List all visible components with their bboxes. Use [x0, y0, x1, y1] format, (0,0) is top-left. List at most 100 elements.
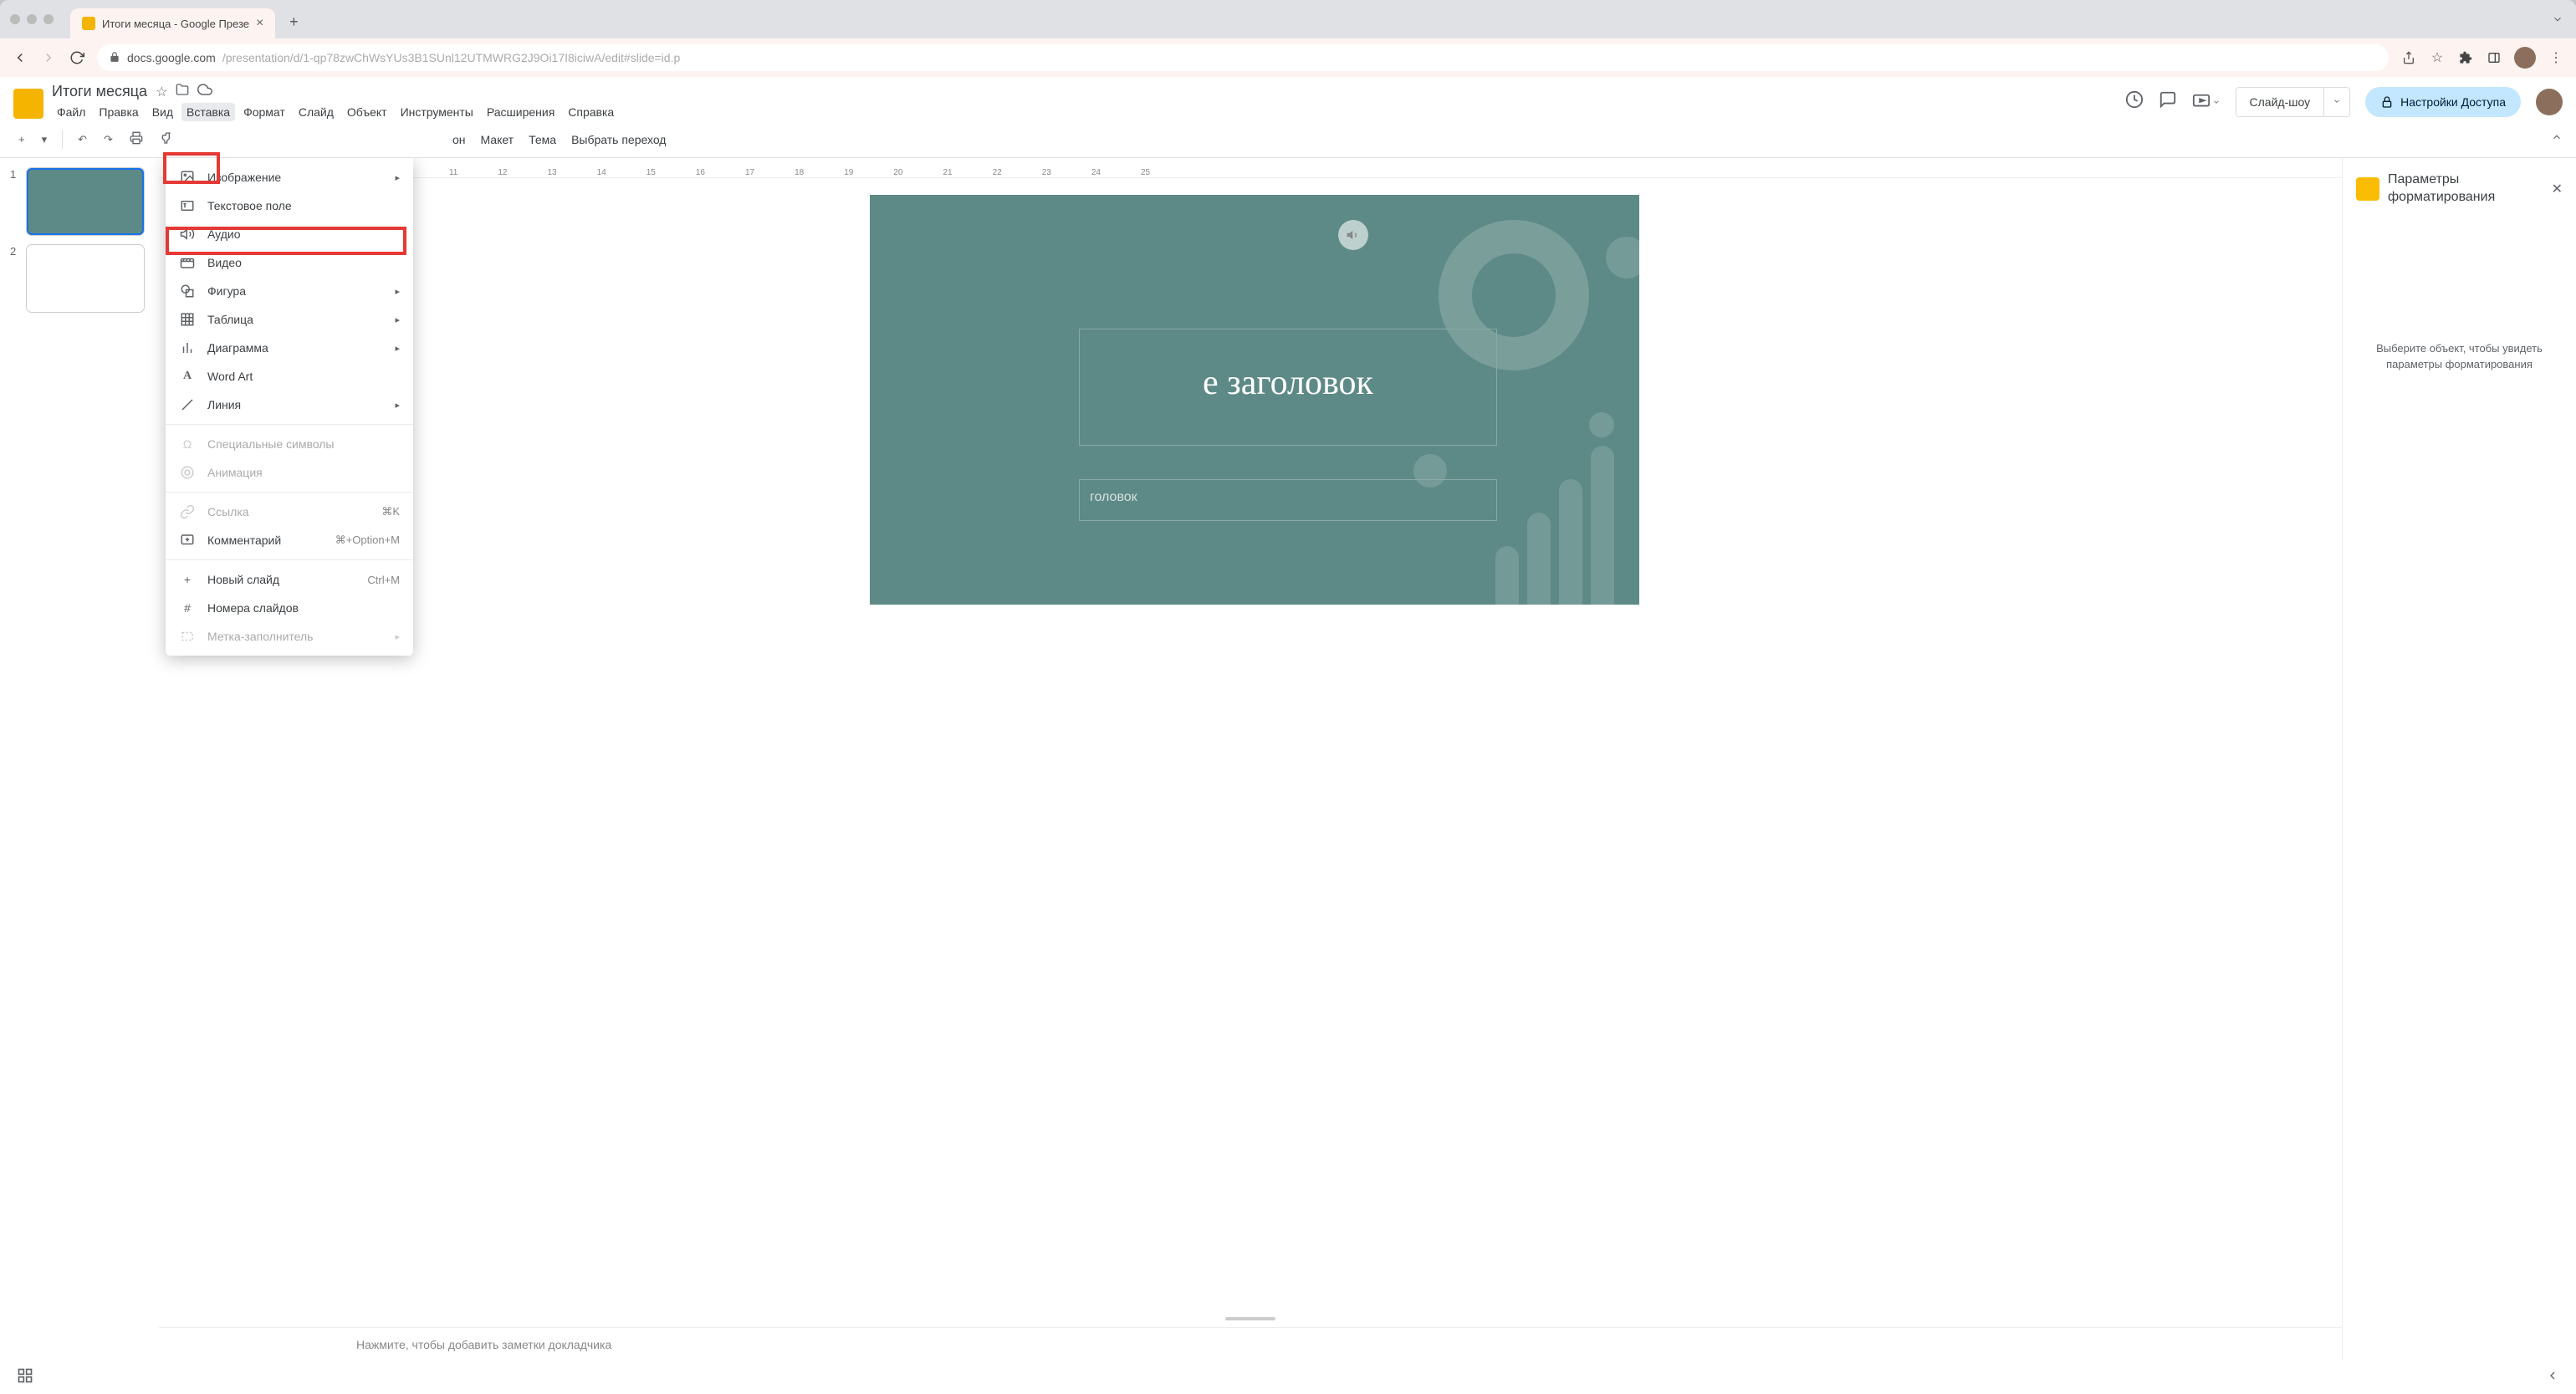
- browser-tab-strip: Итоги месяца - Google Презе × +: [0, 0, 2576, 38]
- dd-animation-label: Анимация: [207, 466, 263, 479]
- new-tab-button[interactable]: +: [282, 10, 305, 33]
- maximize-window[interactable]: [43, 14, 54, 24]
- hash-icon: #: [179, 600, 196, 616]
- star-icon[interactable]: ☆: [156, 84, 167, 100]
- move-icon[interactable]: [176, 83, 189, 100]
- sidepanel-placeholder: Выберите объект, чтобы увидеть параметры…: [2356, 340, 2563, 373]
- close-icon[interactable]: ✕: [2552, 181, 2563, 197]
- minimize-window[interactable]: [27, 14, 37, 24]
- dd-new-slide[interactable]: + Новый слайд Ctrl+M: [166, 565, 413, 594]
- slide-title-text: е заголовок: [1080, 329, 1496, 437]
- dd-link-shortcut: ⌘K: [381, 505, 400, 518]
- browser-menu-icon[interactable]: ⋮: [2548, 49, 2564, 66]
- bookmark-star-icon[interactable]: ☆: [2429, 49, 2446, 66]
- audio-badge-icon[interactable]: [1338, 220, 1368, 250]
- explore-icon[interactable]: [17, 1367, 33, 1388]
- menu-format[interactable]: Формат: [238, 103, 290, 121]
- slide-subtitle-text: головок: [1080, 480, 1496, 515]
- title-placeholder[interactable]: е заголовок: [1079, 329, 1497, 446]
- history-icon[interactable]: [2125, 90, 2144, 113]
- dd-separator: [166, 492, 413, 493]
- slideshow-button[interactable]: Слайд-шоу: [2236, 87, 2351, 117]
- dd-audio[interactable]: Аудио: [166, 220, 413, 248]
- dd-line[interactable]: Линия ▸: [166, 391, 413, 419]
- textbox-icon: [179, 197, 196, 214]
- app-footer: [0, 1361, 2576, 1394]
- dd-shape[interactable]: Фигура ▸: [166, 277, 413, 305]
- menu-edit[interactable]: Правка: [94, 103, 143, 121]
- speaker-notes[interactable]: Нажмите, чтобы добавить заметки докладчи…: [159, 1327, 2342, 1361]
- menu-extensions[interactable]: Расширения: [482, 103, 560, 121]
- share-icon[interactable]: [2400, 49, 2417, 66]
- dd-textbox-label: Текстовое поле: [207, 199, 292, 212]
- redo-tool[interactable]: ↷: [99, 128, 118, 151]
- menu-help[interactable]: Справка: [563, 103, 619, 121]
- reload-button[interactable]: [69, 49, 85, 66]
- slideshow-label[interactable]: Слайд-шоу: [2236, 88, 2325, 116]
- toolbar-collapse-icon[interactable]: [2551, 131, 2563, 147]
- notes-resize-handle[interactable]: [1225, 1317, 1275, 1320]
- slide-thumb-1[interactable]: [27, 168, 144, 235]
- browser-tab[interactable]: Итоги месяца - Google Презе ×: [70, 8, 275, 38]
- shape-icon: [179, 283, 196, 299]
- account-avatar[interactable]: [2536, 89, 2563, 115]
- dd-wordart[interactable]: A Word Art: [166, 362, 413, 391]
- toolbar-bg-fragment[interactable]: он: [452, 133, 466, 146]
- dd-animation[interactable]: Анимация: [166, 458, 413, 487]
- menu-slide[interactable]: Слайд: [294, 103, 339, 121]
- share-button[interactable]: Настройки Доступа: [2365, 87, 2521, 117]
- sidebar-collapse-icon[interactable]: [2546, 1369, 2559, 1386]
- dd-comment[interactable]: Комментарий ⌘+Option+M: [166, 526, 413, 554]
- dd-placeholder[interactable]: Метка-заполнитель ▸: [166, 622, 413, 651]
- print-tool[interactable]: [125, 126, 148, 152]
- dd-textbox[interactable]: Текстовое поле: [166, 191, 413, 220]
- theme-button[interactable]: Тема: [529, 133, 556, 146]
- dd-link[interactable]: Ссылка ⌘K: [166, 498, 413, 526]
- dd-table[interactable]: Таблица ▸: [166, 305, 413, 334]
- close-window[interactable]: [10, 14, 20, 24]
- dd-image[interactable]: Изображение ▸: [166, 163, 413, 191]
- new-slide-dropdown[interactable]: ▾: [37, 128, 53, 151]
- dd-video[interactable]: Видео: [166, 248, 413, 277]
- dd-image-label: Изображение: [207, 171, 281, 184]
- layout-button[interactable]: Макет: [480, 133, 514, 146]
- comments-icon[interactable]: [2159, 90, 2177, 113]
- sidepanel-icon[interactable]: [2486, 49, 2502, 66]
- omega-icon: Ω: [179, 436, 196, 452]
- app-header: Итоги месяца ☆ Файл Правка Вид Вставка Ф…: [0, 77, 2576, 121]
- slideshow-dropdown-icon[interactable]: [2324, 94, 2349, 110]
- new-slide-tool[interactable]: +: [13, 128, 30, 151]
- document-title[interactable]: Итоги месяца: [52, 83, 147, 100]
- paint-format-tool[interactable]: [155, 126, 178, 152]
- cloud-status-icon[interactable]: [197, 82, 212, 101]
- tabs-dropdown-icon[interactable]: [2549, 11, 2566, 28]
- slide-canvas[interactable]: е заголовок головок: [159, 178, 2342, 1317]
- menu-tools[interactable]: Инструменты: [396, 103, 478, 121]
- transition-button[interactable]: Выбрать переход: [571, 133, 666, 146]
- format-sidepanel: Параметры форматирования ✕ Выберите объе…: [2342, 158, 2576, 1361]
- url-input[interactable]: docs.google.com/presentation/d/1-qp78zwC…: [97, 44, 2389, 71]
- slide[interactable]: е заголовок головок: [870, 195, 1639, 605]
- slides-logo[interactable]: [13, 89, 43, 119]
- menu-object[interactable]: Объект: [342, 103, 392, 121]
- menu-file[interactable]: Файл: [52, 103, 90, 121]
- dd-placeholder-label: Метка-заполнитель: [207, 630, 313, 643]
- back-button[interactable]: [12, 49, 28, 66]
- present-icon[interactable]: [2192, 93, 2221, 111]
- extensions-icon[interactable]: [2457, 49, 2474, 66]
- dd-chart[interactable]: Диаграмма ▸: [166, 334, 413, 362]
- placeholder-icon: [179, 628, 196, 645]
- menu-insert[interactable]: Вставка: [181, 103, 235, 121]
- dd-slide-numbers[interactable]: # Номера слайдов: [166, 594, 413, 622]
- forward-button[interactable]: [40, 49, 57, 66]
- profile-avatar[interactable]: [2514, 47, 2536, 69]
- undo-tool[interactable]: ↶: [73, 128, 92, 151]
- dd-separator: [166, 424, 413, 425]
- menu-view[interactable]: Вид: [147, 103, 178, 121]
- slide-thumb-2[interactable]: [27, 245, 144, 312]
- submenu-arrow-icon: ▸: [395, 286, 400, 297]
- dd-special-chars[interactable]: Ω Специальные символы: [166, 430, 413, 458]
- lock-icon: [2380, 95, 2394, 109]
- subtitle-placeholder[interactable]: головок: [1079, 479, 1497, 521]
- tab-close-icon[interactable]: ×: [256, 16, 263, 31]
